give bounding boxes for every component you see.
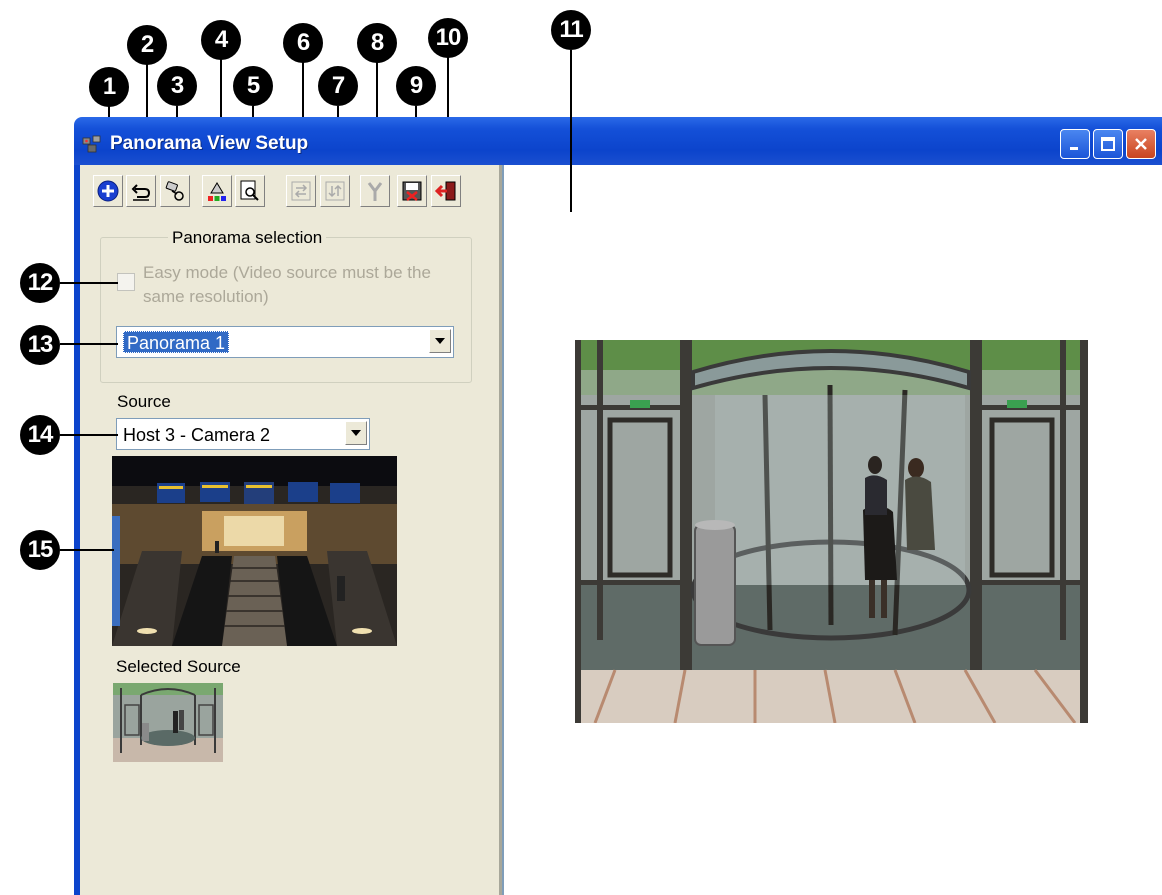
source-dropdown[interactable]: Host 3 - Camera 2	[116, 418, 370, 450]
chevron-down-icon	[351, 430, 361, 436]
camera-link-button[interactable]	[160, 175, 190, 207]
callout-4: 4	[201, 20, 241, 60]
callout-13: 13	[20, 325, 60, 365]
callout-14: 14	[20, 415, 60, 455]
source-preview-image[interactable]	[112, 456, 397, 646]
align-vertical-button[interactable]	[320, 175, 350, 207]
exit-icon	[434, 181, 456, 201]
split-icon	[367, 182, 383, 201]
callout-6: 6	[283, 23, 323, 63]
undo-button[interactable]	[126, 175, 156, 207]
callout-9: 9	[396, 66, 436, 106]
title-bar[interactable]: Panorama View Setup	[74, 117, 1162, 165]
minimize-button[interactable]	[1060, 129, 1090, 159]
leader-15	[60, 549, 114, 551]
annotated-screenshot: 1 2 3 4 5 6 7 8 9 10 11 Panorama View Se…	[0, 0, 1162, 895]
preview-button[interactable]	[235, 175, 265, 207]
panorama-selection-group	[100, 237, 472, 383]
add-icon	[97, 180, 119, 202]
callout-10: 10	[428, 18, 468, 58]
preview-zoom-icon	[240, 180, 259, 201]
add-panorama-button[interactable]	[93, 175, 123, 207]
color-fill-button[interactable]	[202, 175, 232, 207]
align-horizontal-button[interactable]	[286, 175, 316, 207]
callout-5: 5	[233, 66, 273, 106]
easy-mode-label: Easy mode (Video source must be the same…	[143, 263, 431, 306]
easy-mode-checkbox[interactable]	[117, 273, 135, 291]
save-button[interactable]	[397, 175, 427, 207]
callout-2: 2	[127, 25, 167, 65]
callout-7: 7	[318, 66, 358, 106]
callout-15: 15	[20, 530, 60, 570]
leader-13	[60, 343, 118, 345]
leader-12	[60, 282, 118, 284]
align-vertical-icon	[325, 181, 345, 201]
callout-8: 8	[357, 23, 397, 63]
save-icon	[402, 181, 422, 201]
panorama-dropdown-value: Panorama 1	[123, 331, 230, 353]
selected-source-label: Selected Source	[116, 657, 241, 676]
panorama-selection-label: Panorama selection	[168, 228, 327, 248]
window-title: Panorama View Setup	[110, 133, 309, 154]
callout-12: 12	[20, 263, 60, 303]
app-icon	[82, 135, 101, 153]
close-button[interactable]	[1126, 129, 1156, 159]
minimize-icon	[1070, 147, 1078, 150]
selected-source-thumbnail[interactable]	[113, 683, 223, 762]
align-horizontal-icon	[291, 181, 311, 201]
chevron-down-icon	[435, 338, 445, 344]
source-dropdown-button[interactable]	[345, 421, 367, 445]
panorama-dropdown[interactable]: Panorama 1	[116, 326, 454, 358]
color-fill-icon	[208, 182, 226, 201]
source-label: Source	[117, 392, 171, 411]
callout-1: 1	[89, 67, 129, 107]
close-icon	[1135, 138, 1147, 150]
callout-11: 11	[551, 10, 591, 50]
leader-14	[60, 434, 118, 436]
exit-button[interactable]	[431, 175, 461, 207]
panorama-dropdown-button[interactable]	[429, 329, 451, 353]
callout-3: 3	[157, 66, 197, 106]
panorama-view-image[interactable]	[575, 340, 1088, 723]
split-button[interactable]	[360, 175, 390, 207]
undo-icon	[131, 184, 151, 201]
maximize-button[interactable]	[1093, 129, 1123, 159]
camera-link-icon	[165, 181, 184, 201]
maximize-icon	[1101, 137, 1115, 151]
source-dropdown-value: Host 3 - Camera 2	[123, 425, 271, 445]
leader-11	[570, 50, 572, 212]
